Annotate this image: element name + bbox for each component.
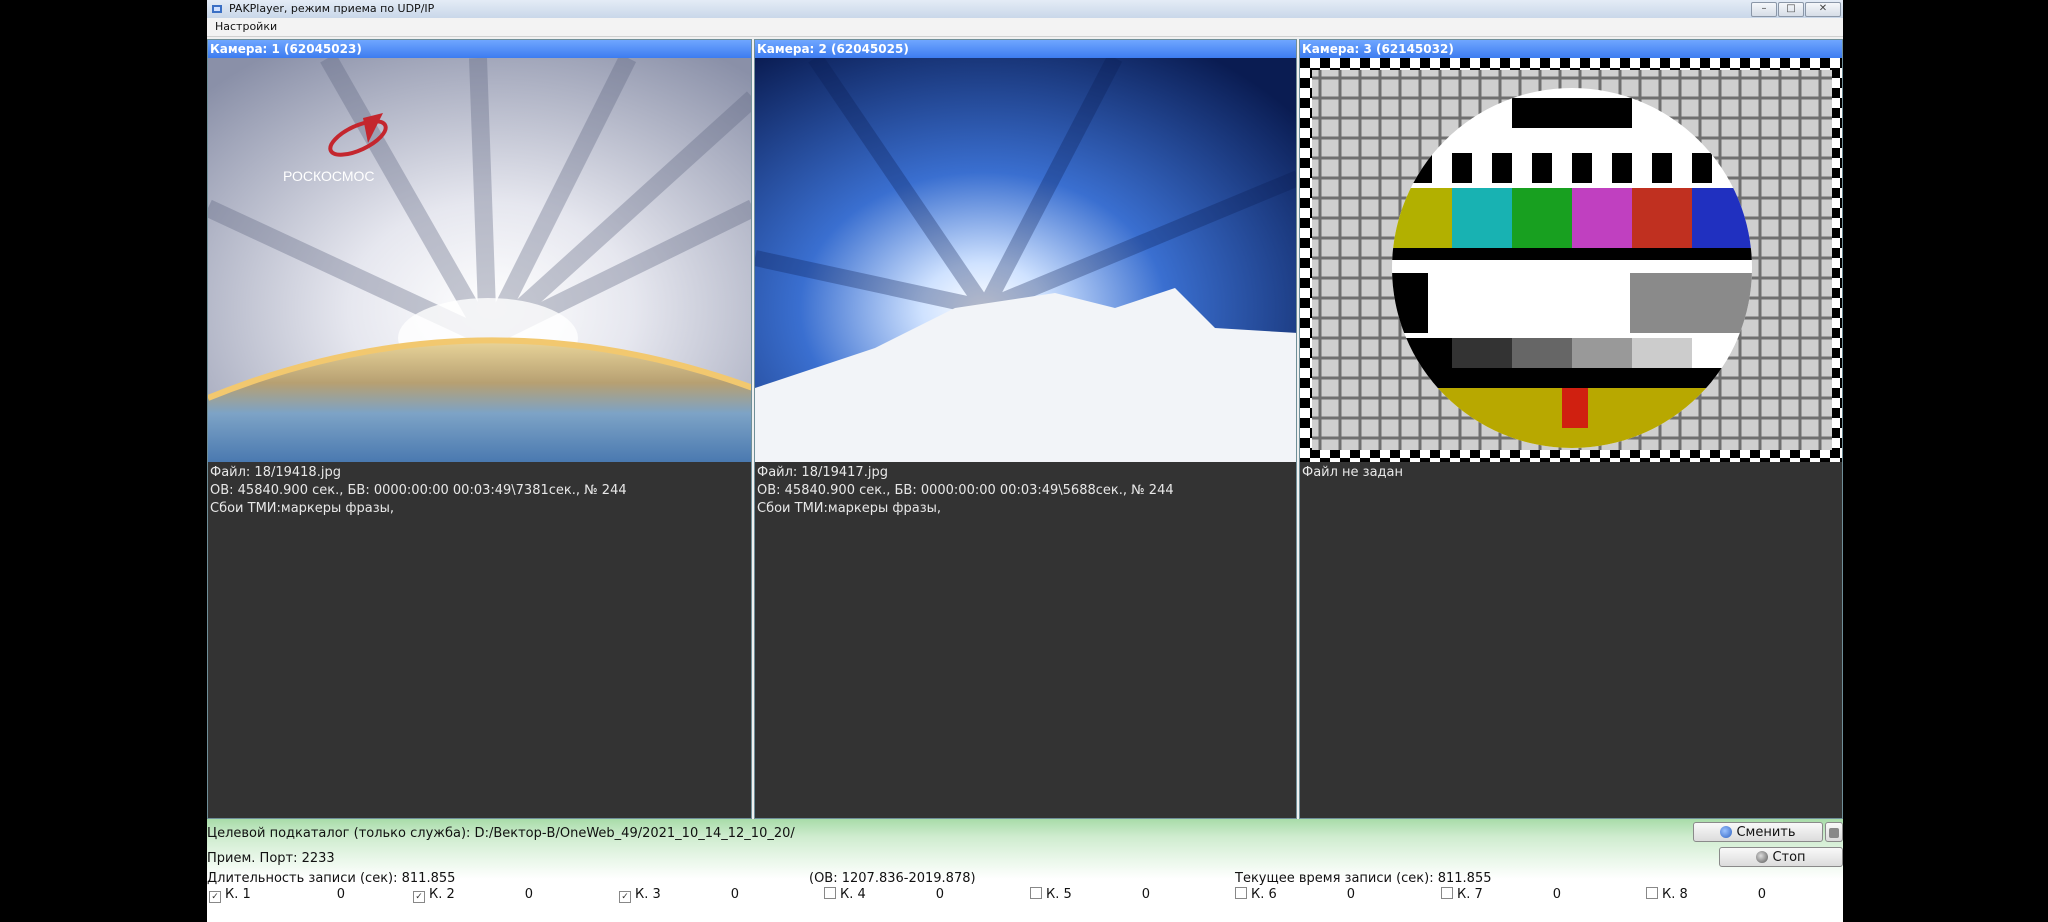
channel-4-checkbox[interactable] <box>824 887 836 899</box>
channel-4-value: 0 <box>935 887 945 902</box>
channel-3[interactable]: ✓ К. 3 0 <box>619 887 739 903</box>
channel-6[interactable]: К. 6 0 <box>1235 887 1355 902</box>
camera-header-3: Камера: 3 (62145032) <box>1300 40 1842 58</box>
change-button-label: Сменить <box>1736 825 1796 840</box>
channel-8[interactable]: К. 8 0 <box>1646 887 1766 902</box>
channel-6-value: 0 <box>1346 887 1356 902</box>
camera-image-1: РОСКОСМОС <box>208 58 751 462</box>
channel-2-label: К. 2 <box>429 887 455 902</box>
stop-button[interactable]: Стоп <box>1719 847 1843 867</box>
camera-file-2: Файл: 18/19417.jpg <box>757 465 888 480</box>
target-directory: Целевой подкаталог (только служба): D:/В… <box>207 826 795 841</box>
channel-6-checkbox[interactable] <box>1235 887 1247 899</box>
current-record-time: Текущее время записи (сек): 811.855 <box>1235 871 1492 886</box>
close-button[interactable]: ✕ <box>1805 2 1841 17</box>
port-label: Прием. Порт: 2233 <box>207 851 335 866</box>
logo-text: РОСКОСМОС <box>283 168 375 184</box>
maximize-button[interactable]: □ <box>1778 2 1804 17</box>
channel-4[interactable]: К. 4 0 <box>824 887 944 902</box>
stop-icon <box>1756 851 1769 863</box>
camera-frame-2 <box>755 58 1296 462</box>
channel-4-label: К. 4 <box>840 887 866 902</box>
channel-5-label: К. 5 <box>1046 887 1072 902</box>
channel-5-checkbox[interactable] <box>1030 887 1042 899</box>
record-duration: Длительность записи (сек): 811.855 <box>207 871 456 886</box>
camera-panel-3: Камера: 3 (62145032) Файл не задан <box>1299 39 1843 819</box>
pakplayer-window: PAKPlayer, режим приема по UDP/IP – □ ✕ … <box>207 0 1843 922</box>
camera-frame-3 <box>1300 58 1842 462</box>
channel-3-checkbox[interactable]: ✓ <box>619 891 631 903</box>
title-bar: PAKPlayer, режим приема по UDP/IP – □ ✕ <box>207 0 1843 19</box>
channel-7-label: К. 7 <box>1457 887 1483 902</box>
minimize-button[interactable]: – <box>1751 2 1777 17</box>
camera-info-1: Файл: 18/19418.jpg ОВ: 45840.900 сек., БВ… <box>210 464 627 518</box>
change-button[interactable]: Сменить <box>1693 822 1823 842</box>
channel-1-value: 0 <box>336 887 346 902</box>
channel-8-value: 0 <box>1757 887 1767 902</box>
window-title: PAKPlayer, режим приема по UDP/IP <box>229 2 435 15</box>
channel-3-value: 0 <box>730 887 740 902</box>
channel-2[interactable]: ✓ К. 2 0 <box>413 887 533 903</box>
camera-frame-1: РОСКОСМОС <box>208 58 751 462</box>
channel-8-checkbox[interactable] <box>1646 887 1658 899</box>
menu-settings[interactable]: Настройки <box>213 18 279 36</box>
camera-ob-1: ОВ: 45840.900 сек., БВ: 0000:00:00 00:03… <box>210 483 627 498</box>
camera-header-2: Камера: 2 (62045025) <box>755 40 1296 58</box>
camera-ob-2: ОВ: 45840.900 сек., БВ: 0000:00:00 00:03… <box>757 483 1174 498</box>
camera-info-3: Файл не задан <box>1302 464 1403 482</box>
camera-image-2 <box>755 58 1296 462</box>
channel-8-label: К. 8 <box>1662 887 1688 902</box>
channel-6-label: К. 6 <box>1251 887 1277 902</box>
camera-errors-2: Сбои ТМИ:маркеры фразы, <box>757 501 942 516</box>
app-icon <box>212 5 222 13</box>
camera-panel-1: Камера: 1 (62045023) РОСКОСМОС Файл: 18/… <box>207 39 752 819</box>
channel-7[interactable]: К. 7 0 <box>1441 887 1561 902</box>
window-controls: – □ ✕ <box>1751 2 1841 17</box>
extra-button[interactable] <box>1825 822 1843 842</box>
channel-3-label: К. 3 <box>635 887 661 902</box>
test-pattern-image <box>1300 58 1842 462</box>
camera-panel-2: Камера: 2 (62045025) Файл: 18/19417.jpg … <box>754 39 1297 819</box>
channel-7-value: 0 <box>1552 887 1562 902</box>
channel-5-value: 0 <box>1141 887 1151 902</box>
ob-range: (ОВ: 1207.836-2019.878) <box>809 871 976 886</box>
channel-2-checkbox[interactable]: ✓ <box>413 891 425 903</box>
stop-button-label: Стоп <box>1772 850 1806 865</box>
change-icon <box>1720 826 1733 838</box>
channel-1[interactable]: ✓ К. 1 0 <box>209 887 345 903</box>
disk-icon <box>1829 828 1839 838</box>
menu-bar: Настройки <box>207 18 1843 37</box>
camera-file-1: Файл: 18/19418.jpg <box>210 465 341 480</box>
channel-5[interactable]: К. 5 0 <box>1030 887 1150 902</box>
channel-2-value: 0 <box>524 887 534 902</box>
camera-header-1: Камера: 1 (62045023) <box>208 40 751 58</box>
camera-info-2: Файл: 18/19417.jpg ОВ: 45840.900 сек., БВ… <box>757 464 1174 518</box>
channel-7-checkbox[interactable] <box>1441 887 1453 899</box>
channel-1-checkbox[interactable]: ✓ <box>209 891 221 903</box>
camera-errors-1: Сбои ТМИ:маркеры фразы, <box>210 501 395 516</box>
camera-file-3: Файл не задан <box>1302 465 1404 480</box>
channel-1-label: К. 1 <box>225 887 251 902</box>
